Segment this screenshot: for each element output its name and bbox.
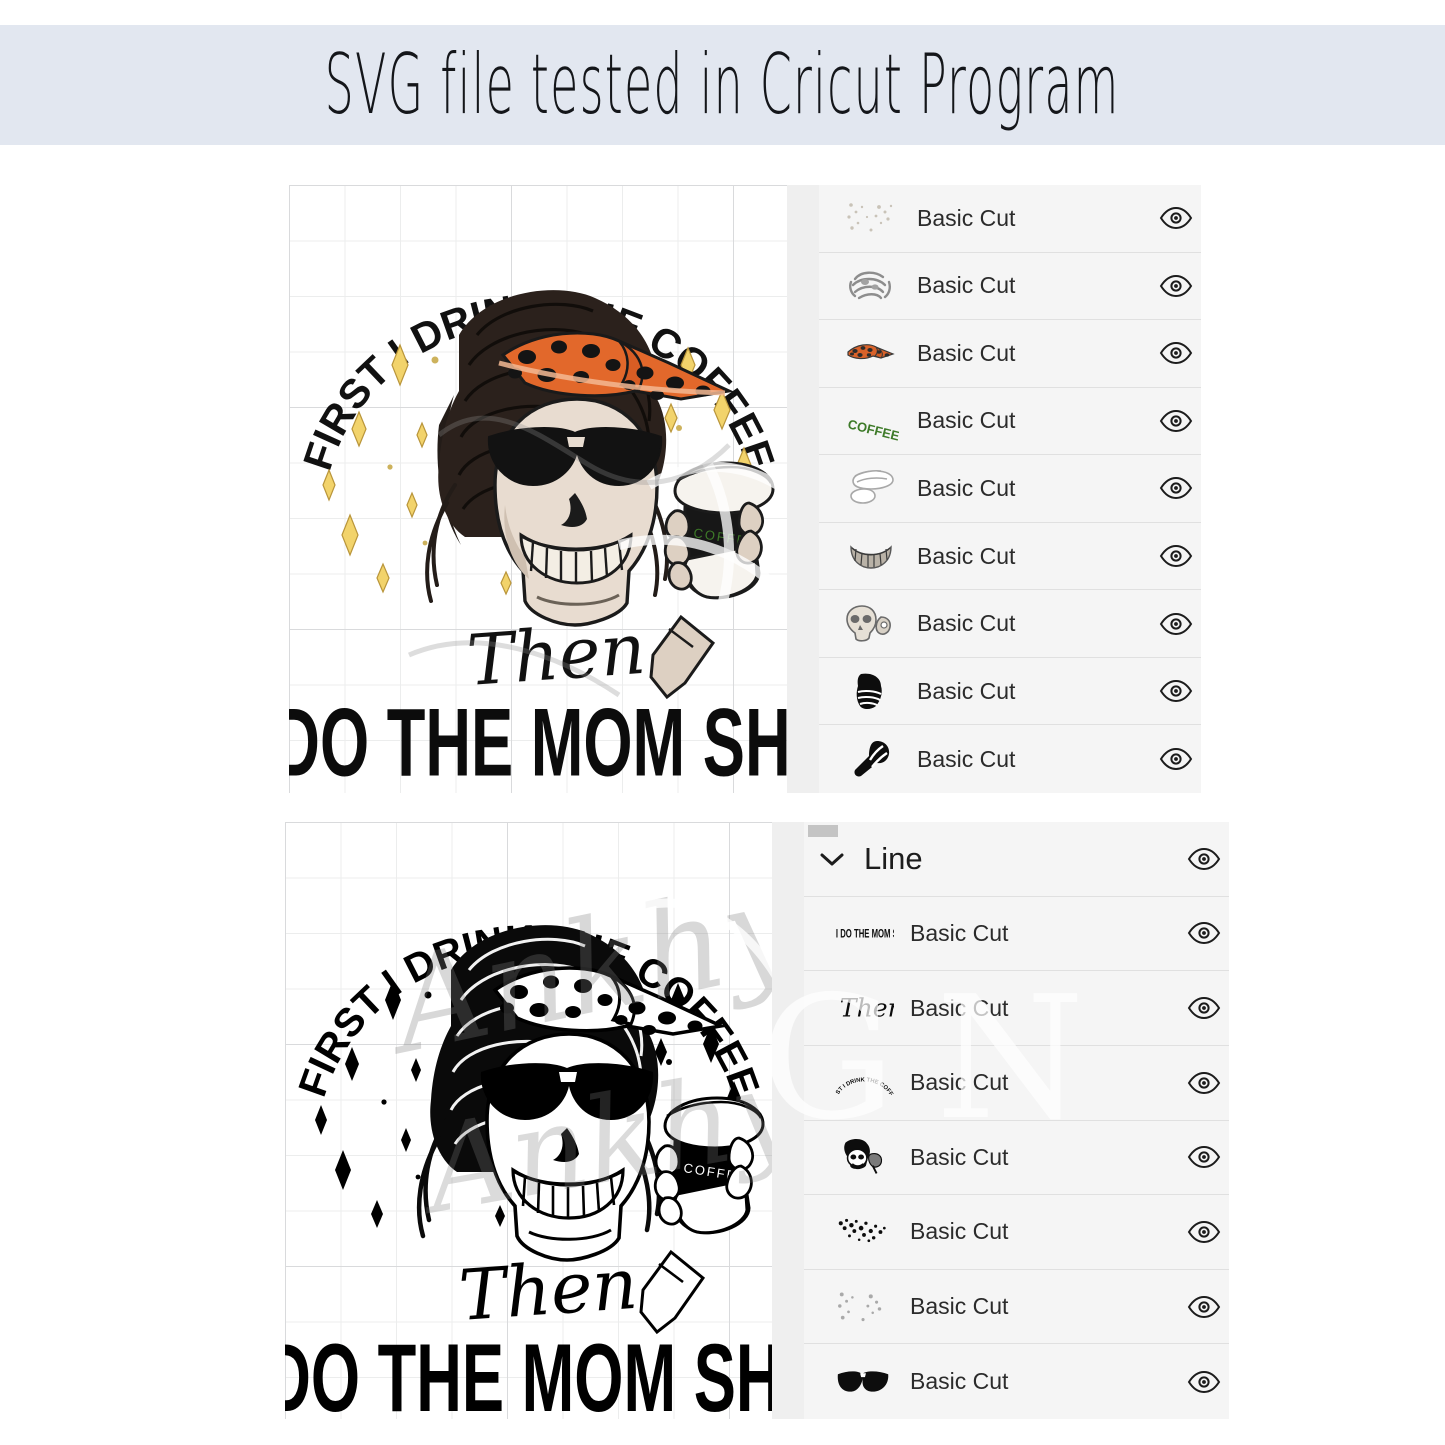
layer-row-label: Basic Cut [917,407,1016,434]
visibility-eye-icon[interactable] [1179,922,1229,945]
layer-row[interactable]: Basic Cut [819,523,1201,591]
skull-teeth-icon [841,533,901,579]
layer-row[interactable]: Basic Cut [804,1195,1229,1270]
layer-group-line[interactable]: Line [804,822,1229,897]
layer-row-label: Basic Cut [910,1218,1009,1245]
visibility-eye-icon[interactable] [1179,1295,1229,1318]
dots-dense-icon [834,1209,894,1255]
screenshot-color-version: FIRST I DRINK THE COFFEE [289,185,1201,793]
skull-jaw-icon [841,601,901,647]
visibility-eye-icon[interactable] [1151,207,1201,230]
leopard-bandana-icon [841,330,901,376]
layer-row-label: Basic Cut [910,994,1009,1021]
then-script-icon: Then [834,985,894,1031]
bottom-text-bw: I DO THE MOM SHIT [285,1325,772,1419]
script-then: Then [464,608,648,702]
cup-lid-icon [841,465,901,511]
layer-row[interactable]: COFFEE Basic Cut [819,388,1201,456]
layer-row-label: Basic Cut [917,474,1016,501]
layer-row-label: Basic Cut [910,1293,1009,1320]
visibility-eye-icon[interactable] [1151,409,1201,432]
visibility-eye-icon[interactable] [1151,748,1201,771]
layer-row[interactable]: Then Basic Cut [804,971,1229,1046]
visibility-eye-icon[interactable] [1179,1146,1229,1169]
bottom-text: I DO THE MOM SHIT [289,689,787,793]
visibility-eye-icon[interactable] [1179,997,1229,1020]
visibility-eye-icon[interactable] [1179,847,1229,870]
panel-gutter-1 [787,185,819,793]
design-artwork-bw: FIRST I DRINK THE COFFEE [285,822,772,1419]
layer-row-label: Basic Cut [917,610,1016,637]
visibility-eye-icon[interactable] [1151,680,1201,703]
design-artwork-color: FIRST I DRINK THE COFFEE [289,185,787,793]
hair-bun-black-icon [841,668,901,714]
visibility-eye-icon[interactable] [1151,342,1201,365]
panel-gutter-2 [772,822,804,1419]
layer-row[interactable]: Basic Cut [804,1344,1229,1419]
layer-row-label: Basic Cut [917,542,1016,569]
svg-text:COFFEE: COFFEE [846,416,899,442]
layer-row[interactable]: FIRST I DRINK THE COFFEE Basic Cut [804,1046,1229,1121]
layer-row[interactable]: Basic Cut [819,320,1201,388]
layer-row-label: Basic Cut [917,677,1016,704]
layer-row[interactable]: I DO THE MOM SHIT Basic Cut [804,897,1229,972]
visibility-eye-icon[interactable] [1179,1220,1229,1243]
cricut-canvas-bw[interactable]: FIRST I DRINK THE COFFEE [285,822,772,1419]
layer-row[interactable]: Basic Cut [804,1121,1229,1196]
layer-row[interactable]: Basic Cut [804,1270,1229,1345]
visibility-eye-icon[interactable] [1151,274,1201,297]
layers-panel-color[interactable]: Basic Cut Basic Cut Basic Cut COFFEE Basic C… [787,185,1201,793]
visibility-eye-icon[interactable] [1179,1071,1229,1094]
visibility-eye-icon[interactable] [1151,612,1201,635]
visibility-eye-icon[interactable] [1151,545,1201,567]
header-banner: SVG file tested in Cricut Program [0,25,1445,145]
dots-faint-icon [834,1284,894,1330]
coffee-word-icon: COFFEE [841,398,901,444]
page-title: SVG file tested in Cricut Program [324,36,1120,134]
cricut-canvas-color[interactable]: FIRST I DRINK THE COFFEE [289,185,787,793]
visibility-eye-icon[interactable] [1151,477,1201,500]
layer-row[interactable]: Basic Cut [819,253,1201,321]
layer-row-label: Basic Cut [917,204,1016,231]
mom-shit-text-icon: I DO THE MOM SHIT [834,910,894,956]
layers-list-1[interactable]: Basic Cut Basic Cut Basic Cut COFFEE Basic C… [819,185,1201,793]
visibility-eye-icon[interactable] [1179,1370,1229,1393]
hair-strands-icon [841,263,901,309]
layers-list-2[interactable]: Line I DO THE MOM SHIT Basic Cut Then Basic … [804,822,1229,1419]
layer-row[interactable]: Basic Cut [819,725,1201,793]
skull-full-icon [834,1134,894,1180]
layers-panel-bw[interactable]: Line I DO THE MOM SHIT Basic Cut Then Basic … [772,822,1229,1419]
chevron-down-icon[interactable] [812,851,852,867]
layer-row-label: Basic Cut [910,919,1009,946]
layer-row[interactable]: Basic Cut [819,590,1201,658]
hand-arm-black-icon [841,736,901,782]
aviator-sunglasses-icon [834,1359,894,1405]
layer-row-label: Basic Cut [917,745,1016,772]
layer-row-label: Basic Cut [910,1368,1009,1395]
svg-text:Then: Then [840,994,894,1023]
page-root: SVG file tested in Cricut Program FIRST … [0,0,1445,1445]
layer-row[interactable]: Basic Cut [819,185,1201,253]
screenshot-blackwhite-version: FIRST I DRINK THE COFFEE [285,822,1229,1419]
layer-row-label: Basic Cut [910,1069,1009,1096]
svg-text:FIRST I DRINK THE COFFEE: FIRST I DRINK THE COFFEE [834,1062,894,1097]
sparkles-faint-icon [841,195,901,241]
svg-text:I DO THE MOM SHIT: I DO THE MOM SHIT [836,928,894,941]
layer-row-label: Basic Cut [917,272,1016,299]
layer-group-label: Line [864,840,923,876]
script-then-bw: Then [456,1243,640,1337]
layer-row-label: Basic Cut [917,339,1016,366]
layer-row-label: Basic Cut [910,1143,1009,1170]
layer-row[interactable]: Basic Cut [819,455,1201,523]
layer-row[interactable]: Basic Cut [819,658,1201,726]
arched-coffee-text-icon: FIRST I DRINK THE COFFEE [834,1060,894,1106]
